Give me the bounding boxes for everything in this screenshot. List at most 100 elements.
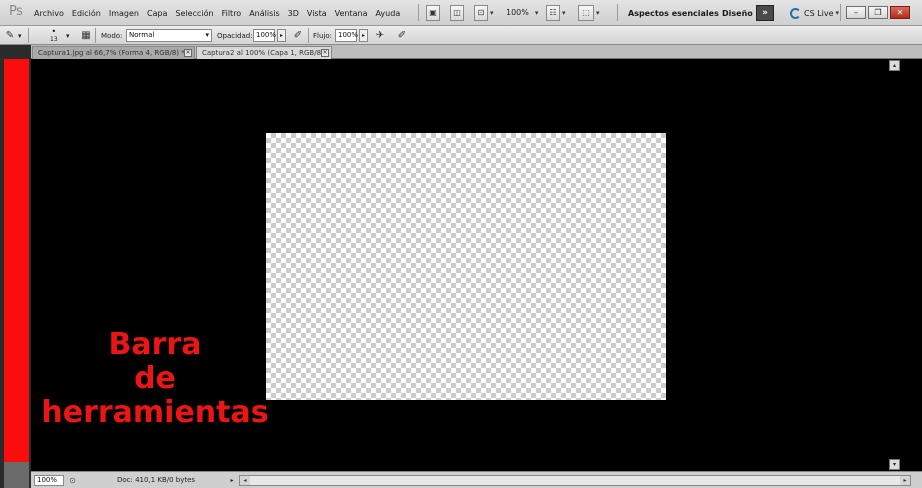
opacity-input[interactable]: 100% [253,29,277,42]
annotation-line-1: Barra [108,327,202,362]
options-separator [28,28,29,43]
brush-tool-preset-picker[interactable]: ✎ [3,28,17,43]
tablet-pressure-icon: ✐ [397,30,407,41]
cs-live-label: CS Live [804,8,834,18]
brush-size-value: 13 [50,36,58,43]
annotation-line-2: de [134,361,176,396]
chevron-right-icon: ▸ [279,32,283,39]
scroll-right-icon[interactable]: ▸ [900,476,910,485]
options-bar: ✎ ▾ • 13 ▾ ▦ Modo: Normal ▾ Opacidad: 10… [0,26,922,45]
chevron-down-icon[interactable]: ▾ [596,9,600,17]
horizontal-scrollbar[interactable]: ◂ ▸ [239,475,911,486]
zoom-input[interactable]: 100% [34,475,64,486]
flow-value: 100% [338,31,359,39]
minimize-button[interactable]: – [846,6,866,19]
opacity-slider-button[interactable]: ▸ [277,29,286,42]
chevron-down-icon[interactable]: ▾ [562,9,566,17]
close-icon: ✕ [896,8,904,17]
menu-capa[interactable]: Capa [143,9,171,18]
chevron-down-icon[interactable]: ▾ [490,9,494,17]
flow-slider-button[interactable]: ▸ [359,29,368,42]
tools-panel-footer [4,462,29,488]
tools-panel-highlight [4,59,29,462]
chevron-down-icon[interactable]: ▾ [535,9,539,17]
zoom-level-select[interactable]: 100% [506,8,529,17]
flow-input[interactable]: 100% [335,29,359,42]
opacity-value: 100% [256,31,277,39]
workspace-essentials[interactable]: Aspectos esenciales [628,0,719,26]
airbrush-icon: ✈ [375,30,385,41]
options-separator [308,28,309,43]
menu-vista[interactable]: Vista [303,9,331,18]
view-extras-icon: ⊡ [477,8,485,17]
scroll-down-button[interactable]: ▾ [889,459,900,470]
chevron-down-icon: ▾ [892,461,896,468]
screen-mode-icon: ⬚ [582,8,590,17]
brush-tip-icon: • [51,27,57,36]
launch-mini-bridge-button[interactable]: ◫ [450,4,464,21]
tool-preset-dropdown[interactable]: ▾ [18,26,22,45]
transparent-document-canvas[interactable] [266,133,666,400]
menu-edicion[interactable]: Edición [68,9,105,18]
menu-separator [617,4,618,21]
scroll-left-icon[interactable]: ◂ [240,476,250,485]
document-tab-bar: Captura1.jpg al 66,7% (Forma 4, RGB/8) *… [31,45,922,59]
chevron-down-icon: ▾ [835,9,840,17]
menu-analisis[interactable]: Análisis [245,9,283,18]
chevron-down-icon: ▾ [66,31,70,40]
blend-mode-select[interactable]: Normal ▾ [126,29,212,42]
close-icon[interactable]: × [184,49,192,57]
tab-captura1[interactable]: Captura1.jpg al 66,7% (Forma 4, RGB/8) *… [32,46,195,59]
screen-mode-button[interactable]: ⬚ [578,4,594,21]
chevron-right-icon: » [762,8,768,18]
close-icon[interactable]: × [321,49,329,57]
menu-ayuda[interactable]: Ayuda [372,9,405,18]
tablet-pressure-icon: ✐ [293,30,303,41]
menu-imagen[interactable]: Imagen [105,9,143,18]
chevron-down-icon: ▾ [18,31,22,40]
view-extras-button[interactable]: ⊡ [474,4,488,21]
tab-label: Captura2 al 100% (Capa 1, RGB/8) [202,49,324,57]
brush-size-dropdown[interactable]: ▾ [66,26,70,45]
mini-bridge-icon: ◫ [453,8,461,17]
cs-live-icon [790,7,801,19]
app-logo: Ps [9,4,23,19]
tablet-pressure-opacity-button[interactable]: ✐ [291,28,305,43]
blend-mode-value: Normal [129,31,155,39]
arrange-documents-icon: ☷ [549,8,557,17]
tablet-pressure-size-button[interactable]: ✐ [395,28,409,43]
cs-live-button[interactable]: CS Live ▾ [790,5,839,21]
menu-filtro[interactable]: Filtro [218,9,246,18]
airbrush-button[interactable]: ✈ [373,28,387,43]
status-menu-button[interactable]: ▸ [228,475,236,486]
tab-captura2[interactable]: Captura2 al 100% (Capa 1, RGB/8) × [196,46,332,59]
brush-size-picker[interactable]: • 13 [50,26,58,45]
workspace-design[interactable]: Diseño [722,0,753,26]
more-workspaces-button[interactable]: » [756,5,774,21]
close-window-button[interactable]: ✕ [890,6,910,19]
opacity-label: Opacidad: [217,31,253,40]
options-separator [95,28,96,43]
menu-separator [418,4,419,21]
document-info: Doc: 410,1 KB/0 bytes [117,476,196,484]
document-profile-icon[interactable]: ⊙ [67,475,78,486]
chevron-right-icon: ▸ [361,32,365,39]
restore-button[interactable]: ❐ [868,6,888,19]
arrange-documents-button[interactable]: ☷ [546,4,560,21]
brush-icon: ✎ [5,30,15,41]
toggle-brush-panel-icon: ▦ [81,30,91,41]
toggle-brush-panel-button[interactable]: ▦ [79,28,93,43]
main-menu: Archivo Edición Imagen Capa Selección Fi… [30,0,404,26]
launch-bridge-button[interactable]: ▣ [426,4,440,21]
menu-seleccion[interactable]: Selección [171,9,217,18]
menu-3d[interactable]: 3D [284,9,303,18]
menu-ventana[interactable]: Ventana [331,9,372,18]
bridge-icon: ▣ [429,8,437,17]
chevron-down-icon: ▾ [205,31,209,39]
restore-icon: ❐ [874,8,882,17]
status-bar: 100% ⊙ Doc: 410,1 KB/0 bytes ▸ ◂ ▸ [31,471,922,488]
annotation-line-3: herramientas [41,395,269,430]
scroll-up-button[interactable]: ▴ [889,60,900,71]
menu-archivo[interactable]: Archivo [30,9,68,18]
flow-label: Flujo: [313,31,332,40]
